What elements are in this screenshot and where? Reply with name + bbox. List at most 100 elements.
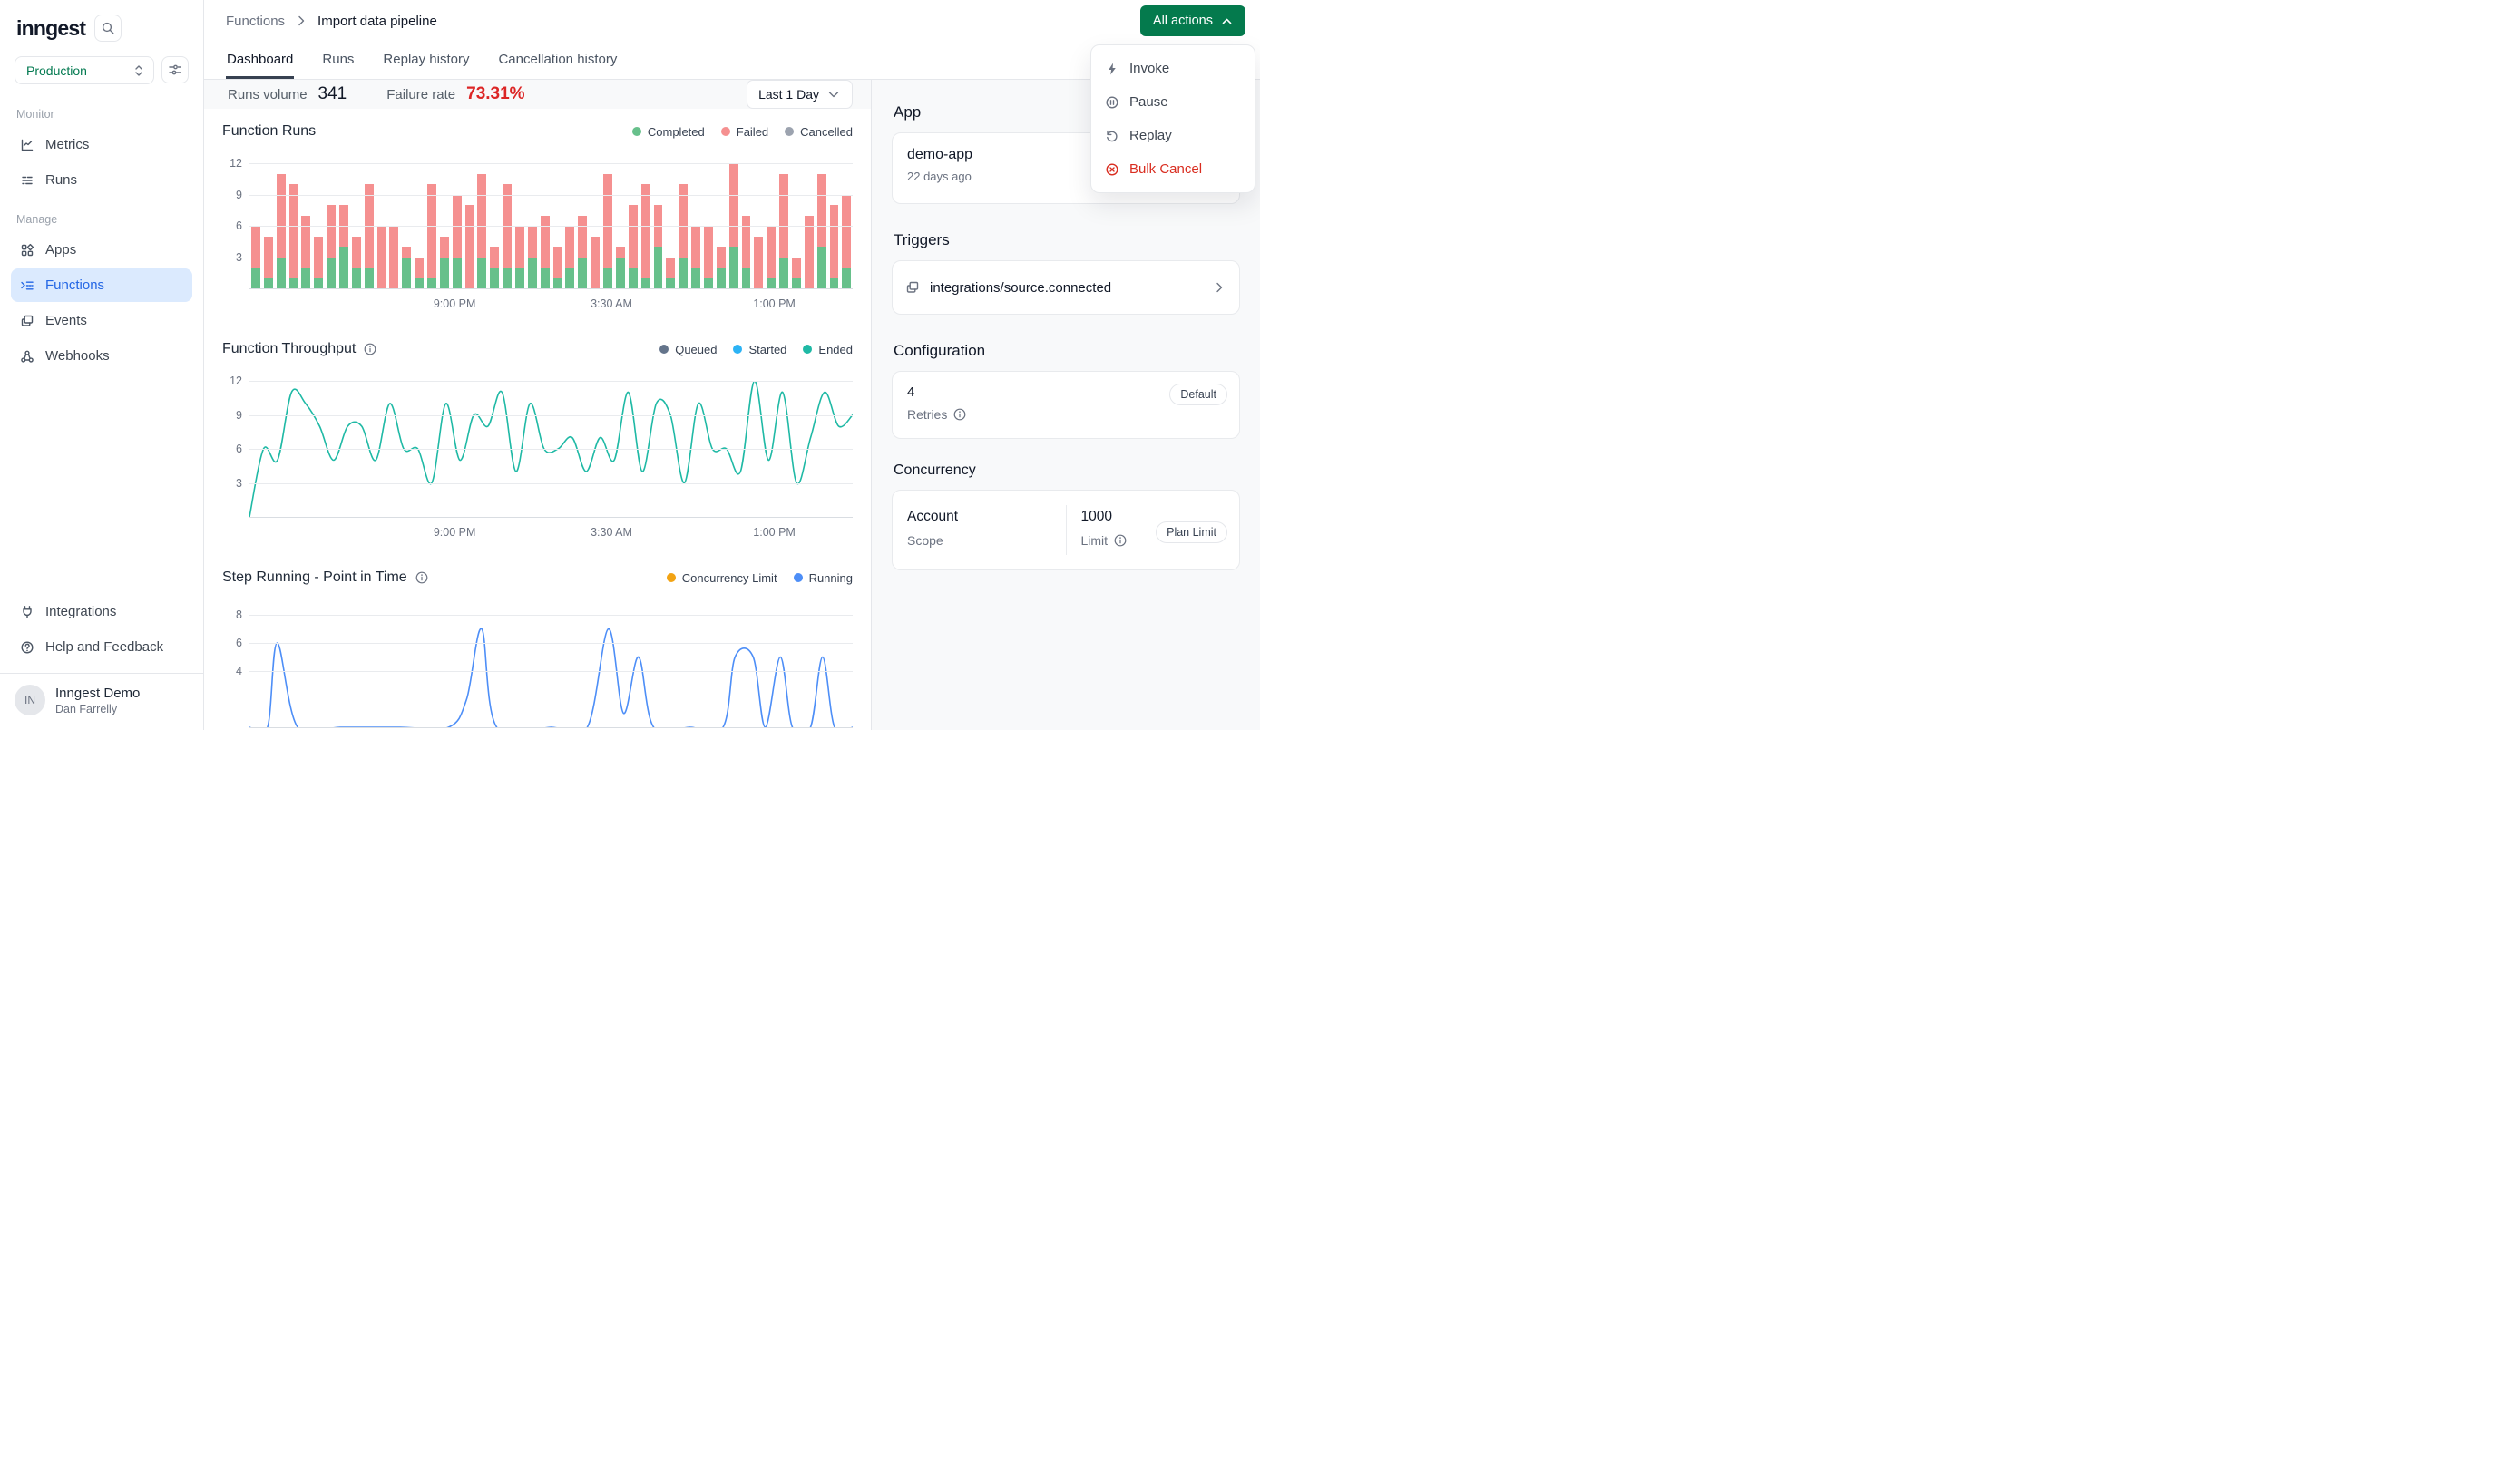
concurrency-scope: Account Scope	[893, 505, 1066, 555]
function-throughput-card: Function Throughput Queued Started	[204, 326, 871, 555]
sidebar-item-help[interactable]: Help and Feedback	[11, 630, 192, 664]
sidebar-item-runs[interactable]: Runs	[11, 163, 192, 197]
plan-limit-badge: Plan Limit	[1156, 521, 1227, 543]
all-actions-menu: Invoke Pause Replay Bulk Cancel	[1090, 44, 1255, 193]
cancelled-dot	[785, 127, 794, 136]
all-actions-button[interactable]: All actions	[1140, 5, 1245, 36]
legend-running[interactable]: Running	[794, 571, 853, 585]
user-name: Dan Farrelly	[55, 703, 140, 715]
completed-dot	[632, 127, 641, 136]
functions-icon	[20, 278, 34, 293]
breadcrumb-functions[interactable]: Functions	[226, 14, 285, 29]
step-running-legend: Concurrency Limit Running	[667, 571, 853, 585]
events-icon	[20, 314, 34, 328]
tab-dashboard[interactable]: Dashboard	[226, 42, 294, 79]
concurrency-card: Account Scope 1000 Limit Plan Limit	[892, 490, 1240, 570]
info-icon[interactable]	[415, 570, 429, 585]
retries-label: Retries	[907, 407, 1225, 422]
chevron-up-down-icon	[132, 63, 146, 78]
function-runs-card: Function Runs Completed Failed Cancelled	[204, 109, 871, 326]
step-running-title: Step Running - Point in Time	[222, 569, 429, 586]
step-running-chart	[249, 615, 853, 727]
info-icon[interactable]	[952, 407, 967, 422]
legend-concurrency-limit[interactable]: Concurrency Limit	[667, 571, 777, 585]
tab-runs[interactable]: Runs	[321, 42, 355, 79]
replay-icon	[1105, 129, 1119, 143]
webhooks-icon	[20, 349, 34, 364]
inngest-dashboard: inngest Production Monitor Metrics Runs	[0, 0, 1260, 730]
inngest-logo: inngest	[16, 16, 85, 41]
nav-section-monitor: Monitor	[11, 93, 192, 126]
info-icon[interactable]	[1113, 533, 1128, 548]
user-org: Inngest Demo	[55, 686, 140, 701]
runs-icon	[20, 173, 34, 188]
sidebar-item-apps[interactable]: Apps	[11, 233, 192, 267]
charts-column: Runs volume 341 Failure rate 73.31% Last…	[204, 80, 871, 730]
default-badge: Default	[1169, 384, 1227, 405]
concurrency-limit-dot	[667, 573, 676, 582]
menu-item-replay[interactable]: Replay	[1091, 119, 1255, 152]
tab-cancellation-history[interactable]: Cancellation history	[497, 42, 618, 79]
legend-started[interactable]: Started	[733, 343, 786, 356]
sidebar-item-webhooks[interactable]: Webhooks	[11, 339, 192, 373]
failed-dot	[721, 127, 730, 136]
runs-volume-stat: Runs volume 341	[228, 84, 347, 104]
plug-icon	[20, 605, 34, 619]
sidebar-item-events[interactable]: Events	[11, 304, 192, 337]
pause-icon	[1105, 95, 1119, 110]
legend-completed[interactable]: Completed	[632, 125, 705, 139]
chevron-up-icon	[1221, 15, 1233, 27]
stats-band: Runs volume 341 Failure rate 73.31% Last…	[204, 80, 871, 109]
environment-settings-button[interactable]	[161, 56, 189, 83]
menu-item-bulk-cancel[interactable]: Bulk Cancel	[1091, 152, 1255, 186]
chevron-right-icon	[1212, 280, 1226, 295]
legend-ended[interactable]: Ended	[803, 343, 853, 356]
trigger-row[interactable]: integrations/source.connected	[892, 260, 1240, 315]
apps-icon	[20, 243, 34, 258]
search-icon	[101, 21, 115, 35]
queued-dot	[659, 345, 669, 354]
user-menu[interactable]: IN Inngest Demo Dan Farrelly	[0, 673, 203, 730]
tab-replay-history[interactable]: Replay history	[382, 42, 470, 79]
started-dot	[733, 345, 742, 354]
metrics-icon	[20, 138, 34, 152]
scope-value: Account	[907, 509, 1051, 525]
event-icon	[905, 280, 920, 295]
sidebar-item-integrations[interactable]: Integrations	[11, 595, 192, 628]
breadcrumb: Functions Import data pipeline	[226, 14, 437, 29]
runs-volume-value: 341	[318, 84, 347, 104]
function-throughput-chart: 9:00 PM3:30 AM1:00 PM	[249, 381, 853, 517]
legend-cancelled[interactable]: Cancelled	[785, 125, 853, 139]
bolt-icon	[1105, 62, 1119, 76]
legend-failed[interactable]: Failed	[721, 125, 768, 139]
nav-section-manage: Manage	[11, 199, 192, 231]
sidebar-nav: Monitor Metrics Runs Manage Apps Functio…	[0, 88, 203, 380]
menu-item-pause[interactable]: Pause	[1091, 85, 1255, 119]
time-range-select[interactable]: Last 1 Day	[747, 80, 853, 109]
configuration-heading: Configuration	[894, 342, 1238, 360]
info-icon[interactable]	[363, 342, 377, 356]
help-icon	[20, 640, 34, 655]
sidebar-item-metrics[interactable]: Metrics	[11, 128, 192, 161]
running-dot	[794, 573, 803, 582]
sidebar-item-functions[interactable]: Functions	[11, 268, 192, 302]
triggers-heading: Triggers	[894, 231, 1238, 249]
concurrency-heading: Concurrency	[894, 462, 1238, 479]
sidebar: inngest Production Monitor Metrics Runs	[0, 0, 204, 730]
retries-card: 4 Retries Default	[892, 371, 1240, 439]
chevron-down-icon	[826, 87, 841, 102]
breadcrumb-current: Import data pipeline	[317, 14, 437, 29]
menu-item-invoke[interactable]: Invoke	[1091, 52, 1255, 85]
legend-queued[interactable]: Queued	[659, 343, 717, 356]
environment-label: Production	[26, 63, 87, 78]
sidebar-footer: Integrations Help and Feedback	[0, 593, 203, 673]
search-button[interactable]	[94, 15, 122, 42]
environment-select[interactable]: Production	[15, 56, 154, 84]
function-runs-chart: 9:00 PM3:30 AM1:00 PM	[249, 163, 853, 288]
scope-label: Scope	[907, 533, 1051, 548]
function-runs-legend: Completed Failed Cancelled	[632, 125, 853, 139]
trigger-event-name: integrations/source.connected	[930, 280, 1202, 296]
step-running-card: Step Running - Point in Time Concurrency…	[204, 555, 871, 730]
concurrency-limit: 1000 Limit Plan Limit	[1066, 505, 1240, 555]
chevron-right-icon	[294, 14, 308, 28]
